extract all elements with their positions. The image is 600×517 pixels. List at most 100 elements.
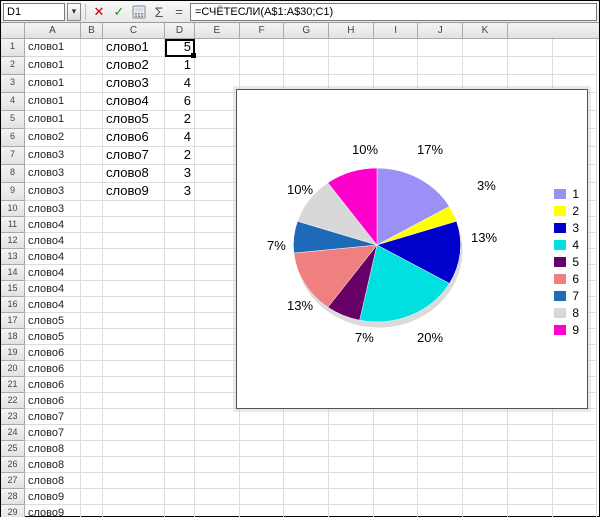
- cell[interactable]: [195, 505, 240, 517]
- cell[interactable]: [463, 409, 508, 425]
- cell[interactable]: [553, 489, 598, 505]
- cell[interactable]: [195, 129, 240, 147]
- row-header[interactable]: 23: [1, 409, 25, 425]
- cell[interactable]: [418, 409, 463, 425]
- cell[interactable]: [103, 489, 165, 505]
- cell[interactable]: [418, 441, 463, 457]
- cell[interactable]: [240, 441, 285, 457]
- cell[interactable]: [508, 441, 553, 457]
- cell[interactable]: [103, 217, 165, 233]
- cell[interactable]: [165, 505, 195, 517]
- formula-input[interactable]: =СЧЁТЕСЛИ(A$1:A$30;C1): [190, 3, 597, 21]
- cell[interactable]: [165, 265, 195, 281]
- spreadsheet-grid[interactable]: 1слово1слово152слово1слово213слово1слово…: [1, 39, 599, 517]
- row-header[interactable]: 12: [1, 233, 25, 249]
- cell[interactable]: [508, 457, 553, 473]
- cell[interactable]: [418, 473, 463, 489]
- cell[interactable]: [165, 473, 195, 489]
- cell[interactable]: слово6: [25, 345, 81, 361]
- cell[interactable]: [165, 313, 195, 329]
- cell[interactable]: слово4: [25, 281, 81, 297]
- row-header[interactable]: 14: [1, 265, 25, 281]
- cell[interactable]: 2: [165, 147, 195, 165]
- cell[interactable]: [418, 457, 463, 473]
- cell[interactable]: [195, 377, 240, 393]
- cell[interactable]: [508, 425, 553, 441]
- cell[interactable]: [553, 57, 598, 75]
- cell[interactable]: [165, 409, 195, 425]
- cell[interactable]: [103, 377, 165, 393]
- cell[interactable]: [195, 329, 240, 345]
- col-header-f[interactable]: F: [240, 23, 285, 38]
- cell[interactable]: слово4: [103, 93, 165, 111]
- row-header[interactable]: 10: [1, 201, 25, 217]
- cell[interactable]: [165, 249, 195, 265]
- cell[interactable]: [81, 361, 103, 377]
- cell[interactable]: [553, 425, 598, 441]
- cell[interactable]: слово4: [25, 265, 81, 281]
- cell[interactable]: [81, 147, 103, 165]
- cell[interactable]: [418, 39, 463, 57]
- cell[interactable]: слово3: [103, 75, 165, 93]
- row-header[interactable]: 7: [1, 147, 25, 165]
- row-header[interactable]: 15: [1, 281, 25, 297]
- cell[interactable]: [81, 233, 103, 249]
- cell[interactable]: [240, 473, 285, 489]
- cell[interactable]: [103, 281, 165, 297]
- cell[interactable]: [329, 409, 374, 425]
- row-header[interactable]: 1: [1, 39, 25, 57]
- cell[interactable]: [103, 313, 165, 329]
- cell[interactable]: [81, 165, 103, 183]
- cell[interactable]: слово3: [25, 201, 81, 217]
- cell[interactable]: [463, 505, 508, 517]
- cell[interactable]: [329, 489, 374, 505]
- cell[interactable]: [103, 249, 165, 265]
- row-header[interactable]: 2: [1, 57, 25, 75]
- cell[interactable]: [508, 409, 553, 425]
- cell[interactable]: [374, 489, 419, 505]
- cell[interactable]: [240, 505, 285, 517]
- cell[interactable]: [553, 39, 598, 57]
- cell[interactable]: [195, 75, 240, 93]
- cell[interactable]: [81, 111, 103, 129]
- cell[interactable]: [240, 409, 285, 425]
- cell[interactable]: [81, 93, 103, 111]
- col-header-g[interactable]: G: [284, 23, 329, 38]
- cell[interactable]: [195, 233, 240, 249]
- cell[interactable]: [165, 233, 195, 249]
- cell[interactable]: [103, 393, 165, 409]
- cell[interactable]: слово7: [25, 425, 81, 441]
- cell[interactable]: [329, 473, 374, 489]
- row-header[interactable]: 5: [1, 111, 25, 129]
- embedded-chart[interactable]: 17% 3% 13% 20% 7% 13% 7% 10% 10% 1234567…: [236, 89, 588, 409]
- cell[interactable]: [103, 473, 165, 489]
- cell[interactable]: [103, 201, 165, 217]
- cell[interactable]: [165, 393, 195, 409]
- cell[interactable]: [508, 57, 553, 75]
- cell[interactable]: [374, 457, 419, 473]
- cell[interactable]: [418, 425, 463, 441]
- cell[interactable]: слово1: [25, 111, 81, 129]
- cell[interactable]: [195, 39, 240, 57]
- row-header[interactable]: 24: [1, 425, 25, 441]
- cell[interactable]: [81, 57, 103, 75]
- cell[interactable]: слово6: [103, 129, 165, 147]
- cell[interactable]: [195, 361, 240, 377]
- cell[interactable]: [81, 313, 103, 329]
- cell[interactable]: [508, 505, 553, 517]
- cell[interactable]: слово7: [25, 409, 81, 425]
- cell[interactable]: [81, 129, 103, 147]
- cell[interactable]: слово8: [25, 473, 81, 489]
- cell[interactable]: слово1: [25, 93, 81, 111]
- cell[interactable]: слово2: [103, 57, 165, 75]
- col-header-e[interactable]: E: [195, 23, 240, 38]
- cell[interactable]: [240, 457, 285, 473]
- cell[interactable]: [195, 345, 240, 361]
- col-header-a[interactable]: A: [25, 23, 81, 38]
- cell[interactable]: [103, 329, 165, 345]
- cell[interactable]: слово3: [25, 147, 81, 165]
- cell[interactable]: слово8: [25, 457, 81, 473]
- cell[interactable]: [195, 409, 240, 425]
- cell[interactable]: [284, 409, 329, 425]
- cell[interactable]: [329, 505, 374, 517]
